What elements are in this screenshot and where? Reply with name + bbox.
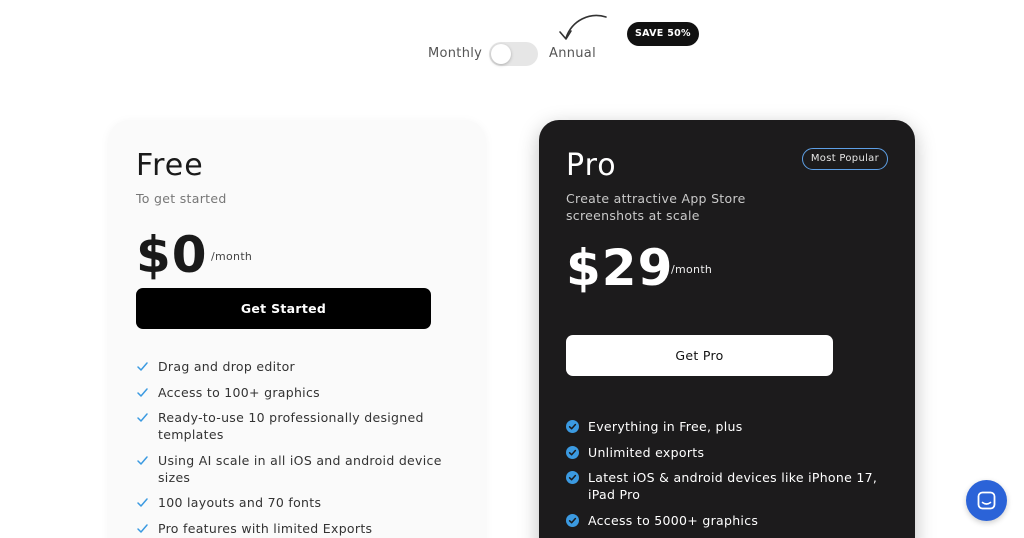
plan-price: $0 [136, 226, 208, 284]
feature-list: Drag and drop editor Access to 100+ grap… [136, 358, 456, 538]
toggle-knob [491, 44, 511, 64]
plan-title: Free [136, 148, 204, 183]
feature-text: Pro features with limited Exports [158, 520, 373, 536]
check-icon [137, 455, 148, 465]
feature-item: 100 layouts and 70 fonts [136, 494, 456, 511]
feature-text: Using AI scale in all iOS and android de… [158, 452, 442, 485]
chat-launcher-button[interactable] [966, 480, 1007, 521]
free-plan-card: Free To get started $0 /month Get Starte… [109, 120, 485, 538]
pro-plan-card: Pro Most Popular Create attractive App S… [539, 120, 915, 538]
get-pro-button[interactable]: Get Pro [566, 335, 833, 376]
get-started-button[interactable]: Get Started [136, 288, 431, 329]
save-badge: SAVE 50% [627, 22, 699, 46]
feature-text: Everything in Free, plus [588, 419, 743, 434]
feature-text: Latest iOS & android devices like iPhone… [588, 470, 878, 502]
check-circle-icon [566, 471, 579, 484]
feature-text: Access to 5000+ graphics [588, 512, 759, 528]
feature-item: Drag and drop editor [136, 358, 456, 375]
pricing-page: Monthly Annual SAVE 50% Free To get star… [0, 0, 1024, 538]
feature-item: Access to 100+ graphics [136, 384, 456, 401]
check-circle-icon [566, 445, 579, 459]
feature-item: Access to 5000+ graphics [566, 512, 896, 529]
check-icon [137, 413, 148, 422]
check-icon [137, 362, 148, 371]
most-popular-badge: Most Popular [801, 148, 888, 170]
plan-price: $29 [566, 239, 674, 297]
feature-text: Ready-to-use 10 professionally designed … [158, 410, 424, 442]
check-icon [137, 498, 148, 507]
check-icon [137, 387, 148, 397]
feature-item: Latest iOS & android devices like iPhone… [566, 469, 896, 503]
monthly-label[interactable]: Monthly [428, 46, 482, 61]
feature-list: Everything in Free, plus Unlimited expor… [566, 418, 896, 537]
price-period: /month [211, 250, 253, 263]
feature-text: Drag and drop editor [158, 359, 295, 374]
billing-toggle-switch[interactable] [489, 42, 538, 66]
feature-item: Pro features with limited Exports [136, 520, 456, 537]
feature-text: Access to 100+ graphics [158, 384, 320, 400]
feature-text: Unlimited exports [588, 444, 705, 460]
plan-title: Pro [566, 148, 617, 183]
feature-item: Unlimited exports [566, 444, 896, 461]
plan-description: To get started [136, 191, 227, 206]
annual-label[interactable]: Annual [549, 46, 596, 61]
plan-description: Create attractive App Store screenshots … [566, 191, 746, 223]
check-circle-icon [566, 513, 579, 527]
price-period: /month [671, 263, 713, 276]
feature-item: Using AI scale in all iOS and android de… [136, 452, 456, 486]
billing-toggle-group: Monthly Annual [0, 42, 1024, 66]
check-circle-icon [566, 420, 579, 433]
curved-arrow-icon [559, 14, 607, 40]
feature-text: 100 layouts and 70 fonts [158, 495, 322, 510]
feature-item: Ready-to-use 10 professionally designed … [136, 409, 456, 443]
chat-icon [977, 491, 996, 510]
feature-item: Everything in Free, plus [566, 418, 896, 435]
check-icon [137, 523, 148, 533]
